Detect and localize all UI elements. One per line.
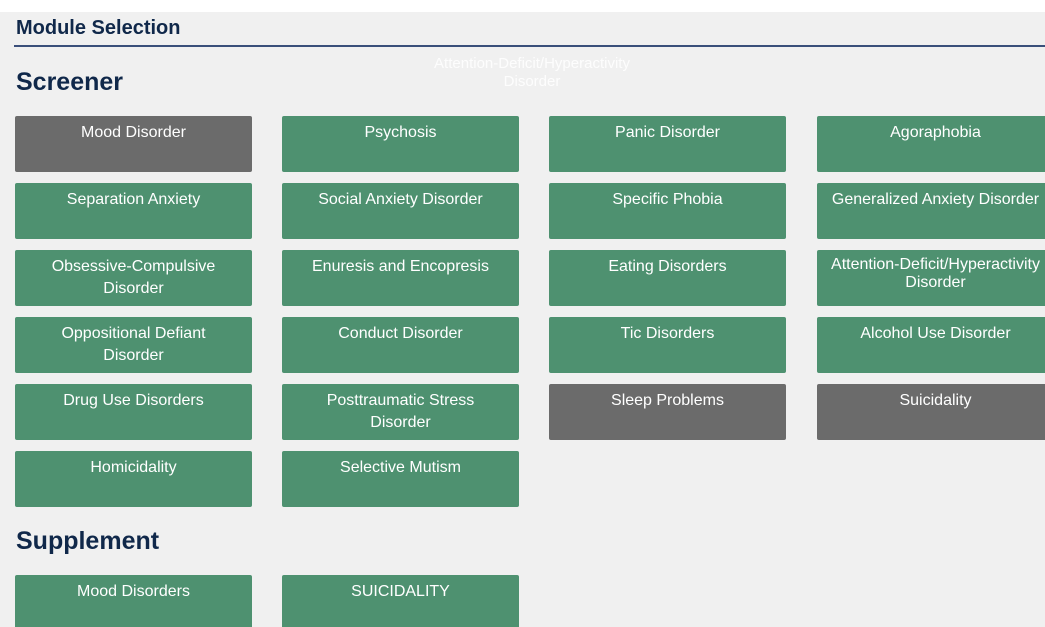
module-obsessive-compulsive-disorder[interactable]: Obsessive-Compulsive Disorder [15,250,252,306]
supplement-suicidality[interactable]: SUICIDALITY [282,575,519,627]
module-conduct-disorder[interactable]: Conduct Disorder [282,317,519,373]
supplement-heading: Supplement [16,527,160,555]
module-panic-disorder[interactable]: Panic Disorder [549,116,786,172]
module-mood-disorder[interactable]: Mood Disorder [15,116,252,172]
module-tic-disorders[interactable]: Tic Disorders [549,317,786,373]
module-sleep-problems[interactable]: Sleep Problems [549,384,786,440]
module-psychosis[interactable]: Psychosis [282,116,519,172]
module-suicidality[interactable]: Suicidality [817,384,1045,440]
module-drug-use-disorders[interactable]: Drug Use Disorders [15,384,252,440]
hover-tooltip: Attention-Deficit/Hyperactivity Disorder [434,55,630,90]
module-social-anxiety-disorder[interactable]: Social Anxiety Disorder [282,183,519,239]
page-title: Module Selection [16,17,181,39]
module-selection-screen: Module Selection Attention-Deficit/Hyper… [0,12,1045,627]
module-alcohol-use-disorder[interactable]: Alcohol Use Disorder [817,317,1045,373]
module-homicidality[interactable]: Homicidality [15,451,252,507]
module-posttraumatic-stress-disorder[interactable]: Posttraumatic Stress Disorder [282,384,519,440]
module-separation-anxiety[interactable]: Separation Anxiety [15,183,252,239]
screener-heading: Screener [16,68,124,96]
module-specific-phobia[interactable]: Specific Phobia [549,183,786,239]
module-agoraphobia[interactable]: Agoraphobia [817,116,1045,172]
module-oppositional-defiant-disorder[interactable]: Oppositional Defiant Disorder [15,317,252,373]
module-eating-disorders[interactable]: Eating Disorders [549,250,786,306]
module-selective-mutism[interactable]: Selective Mutism [282,451,519,507]
module-enuresis-and-encopresis[interactable]: Enuresis and Encopresis [282,250,519,306]
module-adhd[interactable]: Attention-Deficit/Hyperactivity Disorder [817,250,1045,306]
supplement-mood-disorders[interactable]: Mood Disorders [15,575,252,627]
header-divider [14,45,1045,47]
module-generalized-anxiety-disorder[interactable]: Generalized Anxiety Disorder [817,183,1045,239]
